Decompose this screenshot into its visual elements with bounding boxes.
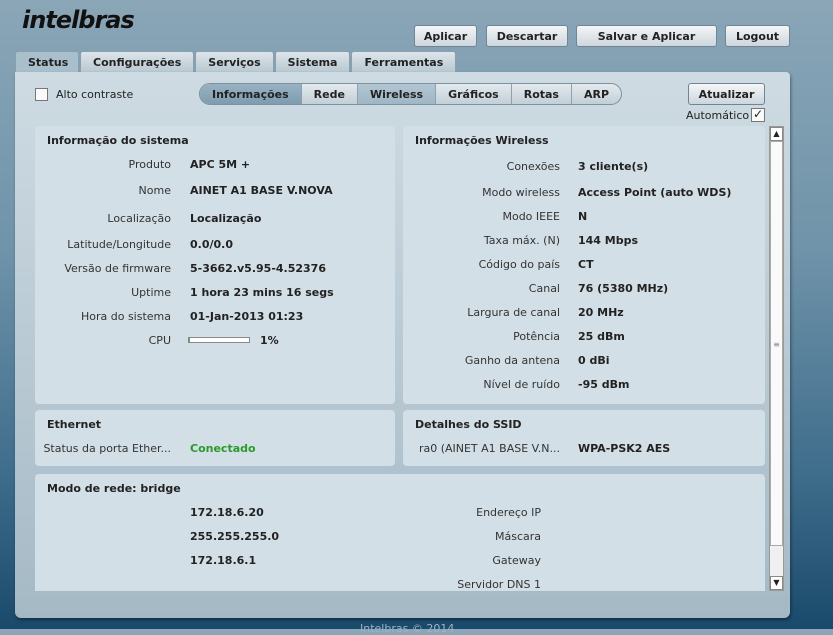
network-row-label: Servidor DNS 1 — [457, 578, 541, 591]
high-contrast-checkbox[interactable] — [35, 88, 48, 101]
intelbras-logo: intelbras — [22, 6, 135, 34]
subtab-wireless[interactable]: Wireless — [357, 84, 437, 104]
wireless-row-label: Ganho da antena — [464, 354, 560, 367]
system-row-label: Uptime — [131, 286, 171, 299]
network-mode-title: Modo de rede: bridge — [47, 482, 181, 495]
wireless-row-label: Código do país — [478, 258, 560, 271]
tab-servicos[interactable]: Serviços — [195, 51, 274, 72]
wireless-row-value: 25 dBm — [578, 330, 625, 343]
cpu-value: 1% — [260, 334, 279, 347]
network-mode-card: Modo de rede: bridge Endereço IP 172.18.6… — [35, 474, 765, 591]
wireless-row-label: Modo wireless — [482, 186, 560, 199]
network-row-value: 255.255.255.0 — [190, 530, 280, 543]
subtab-rede[interactable]: Rede — [302, 84, 358, 104]
tab-ferramentas[interactable]: Ferramentas — [351, 51, 457, 72]
tab-status[interactable]: Status — [15, 51, 79, 73]
discard-button[interactable]: Descartar — [486, 25, 568, 47]
ssid-security: WPA-PSK2 AES — [578, 442, 671, 455]
network-row-value: 172.18.6.20 — [190, 506, 264, 519]
system-row-value: 1 hora 23 mins 16 segs — [190, 286, 334, 299]
ssid-label: ra0 (AINET A1 BASE V.N... — [418, 442, 560, 455]
ssid-card: Detalhes do SSID ra0 (AINET A1 BASE V.N.… — [403, 410, 765, 466]
wireless-row-value: CT — [578, 258, 594, 271]
apply-button[interactable]: Aplicar — [414, 25, 477, 47]
logout-button[interactable]: Logout — [725, 25, 790, 47]
network-row-label: Gateway — [492, 554, 541, 567]
wireless-info-title: Informações Wireless — [415, 134, 549, 147]
system-row-label: Versão de firmware — [64, 262, 171, 275]
network-row-label: Máscara — [494, 530, 541, 543]
wireless-row-label: Largura de canal — [467, 306, 560, 319]
wireless-row-value: 0 dBi — [578, 354, 610, 367]
ethernet-card: Ethernet Status da porta Ether... Conect… — [35, 410, 395, 466]
scrollbar-thumb[interactable]: ≡ — [770, 141, 783, 546]
scrollbar[interactable]: ▲ ≡ ▼ — [769, 126, 784, 591]
high-contrast-label: Alto contraste — [56, 88, 134, 101]
system-row-label: Hora do sistema — [80, 310, 171, 323]
wireless-row-label: Nível de ruído — [483, 378, 560, 391]
auto-checkbox[interactable]: ✓ — [751, 108, 765, 122]
tab-sistema[interactable]: Sistema — [274, 51, 351, 72]
save-apply-button[interactable]: Salvar e Aplicar — [576, 25, 717, 47]
wireless-row-label: Conexões — [506, 160, 560, 173]
system-row-value: Localização — [190, 212, 262, 225]
wireless-row-value: 20 MHz — [578, 306, 624, 319]
wireless-info-card: Informações Wireless Conexões 3 cliente(s… — [403, 126, 765, 404]
refresh-button[interactable]: Atualizar — [688, 83, 765, 105]
cpu-label: CPU — [148, 334, 171, 347]
auto-label: Automático — [686, 109, 750, 122]
system-row-value: 5-3662.v5.95-4.52376 — [190, 262, 326, 275]
system-info-title: Informação do sistema — [47, 134, 189, 147]
status-scroll-area: Informação do sistema Produto APC 5M + Nom… — [35, 126, 783, 591]
subtab-graficos[interactable]: Gráficos — [436, 84, 512, 104]
ethernet-status: Conectado — [190, 442, 256, 455]
system-row-value: AINET A1 BASE V.NOVA — [190, 184, 333, 197]
ethernet-title: Ethernet — [47, 418, 102, 431]
wireless-row-value: 3 cliente(s) — [578, 160, 649, 173]
system-row-value: APC 5M + — [190, 158, 251, 171]
network-row-value: 172.18.6.1 — [190, 554, 257, 567]
system-row-value: 0.0/0.0 — [190, 238, 233, 251]
scroll-up-icon[interactable]: ▲ — [770, 127, 783, 141]
wireless-row-value: Access Point (auto WDS) — [578, 186, 732, 199]
system-row-label: Localização — [107, 212, 171, 225]
scroll-down-icon[interactable]: ▼ — [770, 576, 783, 590]
network-row-label: Endereço IP — [476, 506, 541, 519]
wireless-row-label: Taxa máx. (N) — [483, 234, 560, 247]
system-info-card: Informação do sistema Produto APC 5M + Nom… — [35, 126, 395, 404]
subtab-arp[interactable]: ARP — [572, 84, 621, 104]
wireless-row-value: 76 (5380 MHz) — [578, 282, 669, 295]
system-row-label: Latitude/Longitude — [67, 238, 171, 251]
subtab-rotas[interactable]: Rotas — [512, 84, 572, 104]
wireless-row-label: Modo IEEE — [502, 210, 560, 223]
tab-configuracoes[interactable]: Configurações — [80, 51, 195, 72]
subtab-informacoes[interactable]: Informações — [200, 84, 302, 104]
wireless-row-label: Canal — [528, 282, 560, 295]
system-row-value: 01-Jan-2013 01:23 — [190, 310, 304, 323]
ethernet-port-label: Status da porta Ether... — [43, 442, 171, 455]
main-tabs: Status Configurações Serviços Sistema Fe… — [15, 51, 457, 73]
checkmark-icon: ✓ — [752, 107, 764, 121]
system-row-label: Nome — [138, 184, 171, 197]
wireless-row-value: -95 dBm — [578, 378, 630, 391]
cpu-bar — [188, 337, 250, 343]
wireless-row-value: 144 Mbps — [578, 234, 639, 247]
ssid-title: Detalhes do SSID — [415, 418, 522, 431]
system-row-label: Produto — [128, 158, 171, 171]
wireless-row-label: Potência — [513, 330, 560, 343]
wireless-row-value: N — [578, 210, 588, 223]
status-subtabs: Informações Rede Wireless Gráficos Rotas… — [199, 83, 623, 105]
